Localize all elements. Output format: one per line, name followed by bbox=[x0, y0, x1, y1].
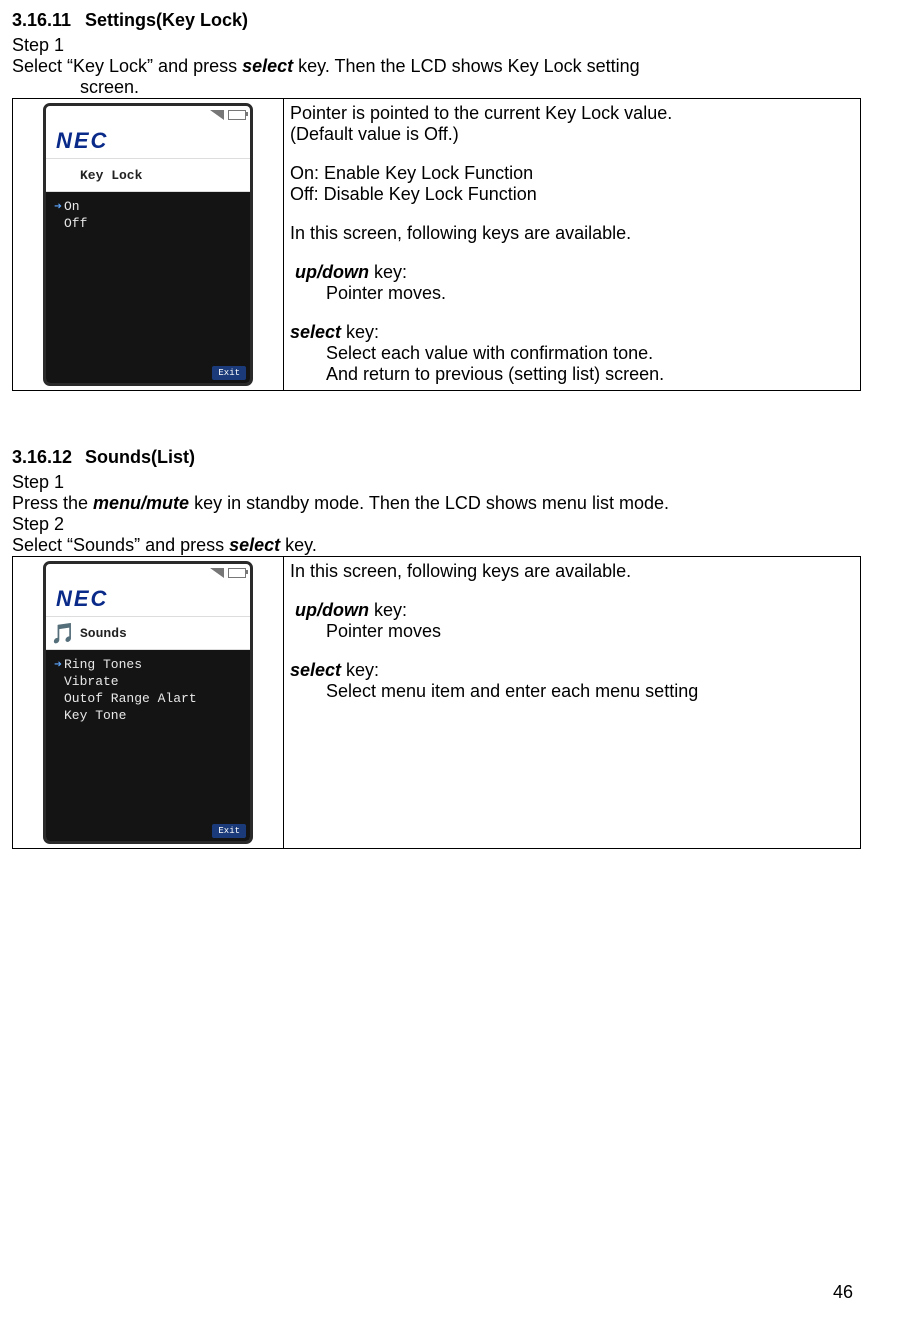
desc-line: Off: Disable Key Lock Function bbox=[290, 184, 854, 205]
item-label: Outof Range Alart bbox=[64, 691, 197, 706]
s1-step1: Step 1 Select “Key Lock” and press selec… bbox=[12, 35, 861, 77]
phone-footer: Exit bbox=[46, 358, 250, 383]
phone-statusbar bbox=[46, 564, 250, 582]
s2-step2-label: Step 2 bbox=[12, 514, 80, 535]
desc-line: In this screen, following keys are avail… bbox=[290, 561, 854, 582]
key-heading: up/down key: bbox=[290, 262, 854, 283]
phone-body: ➔Ring Tones Vibrate Outof Range Alart Ke… bbox=[46, 650, 250, 816]
exit-button[interactable]: Exit bbox=[212, 366, 246, 380]
key-desc: Pointer moves bbox=[326, 621, 854, 642]
section-heading-2: 3.16.12 Sounds(List) bbox=[12, 447, 861, 468]
key-desc: And return to previous (setting list) sc… bbox=[326, 364, 854, 385]
s2-description: In this screen, following keys are avail… bbox=[284, 557, 861, 849]
key-suffix: key: bbox=[341, 660, 379, 680]
key-heading: up/down key: bbox=[290, 600, 854, 621]
s2-step1-b: key in standby mode. Then the LCD shows … bbox=[189, 493, 669, 513]
signal-icon bbox=[210, 110, 224, 120]
s1-screenshot-cell: NEC Key Lock ➔On Off Exit bbox=[13, 99, 284, 391]
page-number: 46 bbox=[833, 1282, 853, 1303]
key-desc: Pointer moves. bbox=[326, 283, 854, 304]
s2-step2: Step 2 Select “Sounds” and press select … bbox=[12, 514, 861, 556]
s2-step1-label: Step 1 bbox=[12, 472, 80, 493]
list-item[interactable]: Key Tone bbox=[52, 707, 244, 724]
s2-step2-b: key. bbox=[280, 535, 317, 555]
phone-logo-row: NEC bbox=[46, 124, 250, 158]
item-label: Key Tone bbox=[64, 708, 126, 723]
section-number-2: 3.16.12 bbox=[12, 447, 80, 468]
desc-line: On: Enable Key Lock Function bbox=[290, 163, 854, 184]
s2-screenshot-cell: NEC 🎵 Sounds ➔Ring Tones Vibrate Outof R… bbox=[13, 557, 284, 849]
list-item[interactable]: ➔Ring Tones bbox=[52, 656, 244, 673]
pointer-icon: ➔ bbox=[52, 199, 64, 214]
nec-logo: NEC bbox=[56, 586, 108, 612]
item-label: Vibrate bbox=[64, 674, 119, 689]
exit-button[interactable]: Exit bbox=[212, 824, 246, 838]
battery-icon bbox=[228, 568, 246, 578]
section-number-1: 3.16.11 bbox=[12, 10, 80, 31]
key-suffix: key: bbox=[369, 262, 407, 282]
pointer-icon: ➔ bbox=[52, 657, 64, 672]
signal-icon bbox=[210, 568, 224, 578]
s1-description: Pointer is pointed to the current Key Lo… bbox=[284, 99, 861, 391]
phone-title-row: 🎵 Sounds bbox=[46, 616, 250, 650]
item-label: Off bbox=[64, 216, 87, 231]
list-item[interactable]: ➔On bbox=[52, 198, 244, 215]
s1-step1-line2: screen. bbox=[80, 77, 861, 98]
s1-table: NEC Key Lock ➔On Off Exit Pointer is poi… bbox=[12, 98, 861, 391]
updown-key-ref: up/down bbox=[295, 262, 369, 282]
key-heading: select key: bbox=[290, 322, 854, 343]
key-heading: select key: bbox=[290, 660, 854, 681]
s1-step1-a: Select “Key Lock” and press bbox=[12, 56, 242, 76]
s2-step1: Step 1 Press the menu/mute key in standb… bbox=[12, 472, 861, 514]
select-key-ref: select bbox=[242, 56, 293, 76]
section-heading-1: 3.16.11 Settings(Key Lock) bbox=[12, 10, 861, 31]
menumute-key-ref: menu/mute bbox=[93, 493, 189, 513]
select-key-ref: select bbox=[229, 535, 280, 555]
nec-logo: NEC bbox=[56, 128, 108, 154]
phone-footer: Exit bbox=[46, 816, 250, 841]
music-icon: 🎵 bbox=[46, 617, 80, 649]
select-key-ref: select bbox=[290, 660, 341, 680]
s2-table: NEC 🎵 Sounds ➔Ring Tones Vibrate Outof R… bbox=[12, 556, 861, 849]
desc-line: (Default value is Off.) bbox=[290, 124, 854, 145]
s1-step1-label: Step 1 bbox=[12, 35, 80, 56]
keylock-icon bbox=[46, 159, 80, 191]
item-label: Ring Tones bbox=[64, 657, 142, 672]
phone-title: Sounds bbox=[80, 626, 127, 641]
key-desc: Select each value with confirmation tone… bbox=[326, 343, 854, 364]
select-key-ref: select bbox=[290, 322, 341, 342]
phone-title-row: Key Lock bbox=[46, 158, 250, 192]
phone-statusbar bbox=[46, 106, 250, 124]
s2-step2-a: Select “Sounds” and press bbox=[12, 535, 229, 555]
phone-keylock: NEC Key Lock ➔On Off Exit bbox=[43, 103, 253, 386]
phone-body: ➔On Off bbox=[46, 192, 250, 358]
key-suffix: key: bbox=[369, 600, 407, 620]
s1-step1-b: key. Then the LCD shows Key Lock setting bbox=[293, 56, 640, 76]
key-desc: Select menu item and enter each menu set… bbox=[326, 681, 854, 702]
phone-logo-row: NEC bbox=[46, 582, 250, 616]
s2-step1-a: Press the bbox=[12, 493, 93, 513]
section-title-2: Sounds(List) bbox=[85, 447, 195, 467]
key-suffix: key: bbox=[341, 322, 379, 342]
item-label: On bbox=[64, 199, 80, 214]
section-title-1: Settings(Key Lock) bbox=[85, 10, 248, 30]
desc-line: Pointer is pointed to the current Key Lo… bbox=[290, 103, 854, 124]
phone-sounds: NEC 🎵 Sounds ➔Ring Tones Vibrate Outof R… bbox=[43, 561, 253, 844]
updown-key-ref: up/down bbox=[295, 600, 369, 620]
list-item[interactable]: Outof Range Alart bbox=[52, 690, 244, 707]
desc-line: In this screen, following keys are avail… bbox=[290, 223, 854, 244]
battery-icon bbox=[228, 110, 246, 120]
list-item[interactable]: Vibrate bbox=[52, 673, 244, 690]
list-item[interactable]: Off bbox=[52, 215, 244, 232]
phone-title: Key Lock bbox=[80, 168, 142, 183]
section-gap bbox=[12, 391, 861, 447]
